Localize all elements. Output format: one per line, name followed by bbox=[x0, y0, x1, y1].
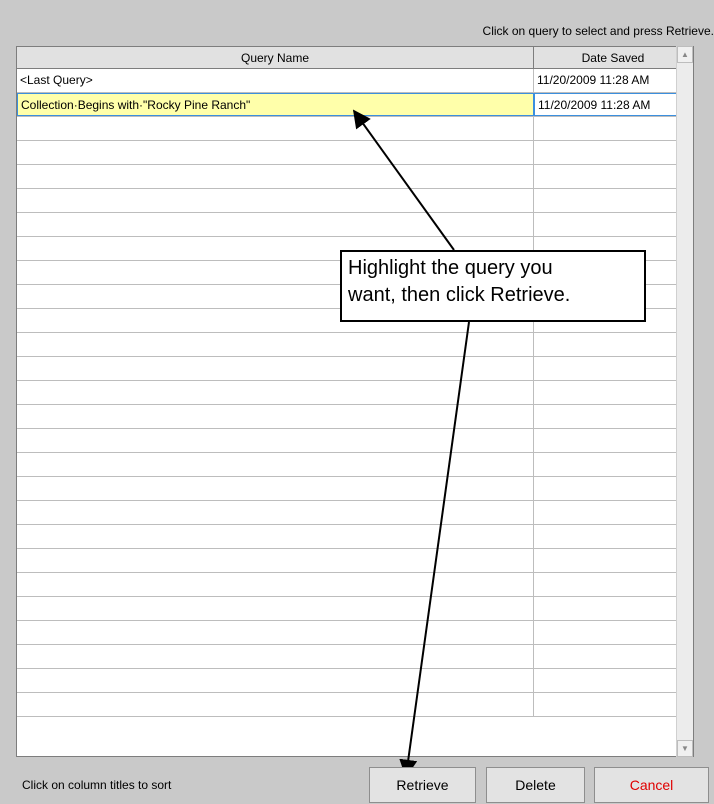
annotation-callout: Highlight the query you want, then click… bbox=[340, 250, 646, 322]
date-saved-cell bbox=[534, 645, 693, 668]
empty-row bbox=[17, 549, 693, 573]
query-name-cell bbox=[17, 669, 534, 692]
query-name-cell bbox=[17, 573, 534, 596]
empty-row bbox=[17, 501, 693, 525]
query-name-cell bbox=[17, 549, 534, 572]
empty-row bbox=[17, 165, 693, 189]
empty-row bbox=[17, 477, 693, 501]
date-saved-cell bbox=[534, 189, 693, 212]
empty-row bbox=[17, 405, 693, 429]
date-saved-cell bbox=[534, 477, 693, 500]
date-saved-cell bbox=[534, 381, 693, 404]
scroll-up-icon[interactable]: ▲ bbox=[677, 46, 693, 63]
instruction-text: Click on query to select and press Retri… bbox=[482, 24, 714, 38]
date-saved-cell bbox=[534, 117, 693, 140]
empty-row bbox=[17, 141, 693, 165]
query-name-cell bbox=[17, 333, 534, 356]
query-name-cell bbox=[17, 405, 534, 428]
table-row[interactable]: <Last Query> 11/20/2009 11:28 AM bbox=[17, 69, 693, 93]
query-rows: <Last Query> 11/20/2009 11:28 AM Collect… bbox=[17, 69, 693, 717]
date-saved-cell bbox=[534, 573, 693, 596]
date-saved-cell bbox=[534, 549, 693, 572]
saved-queries-dialog: Click on query to select and press Retri… bbox=[0, 0, 714, 804]
date-saved-cell bbox=[534, 165, 693, 188]
sort-hint-text: Click on column titles to sort bbox=[22, 778, 172, 792]
query-name-cell bbox=[17, 453, 534, 476]
empty-row bbox=[17, 213, 693, 237]
query-name-cell bbox=[17, 477, 534, 500]
query-name-cell bbox=[17, 381, 534, 404]
date-saved-cell bbox=[534, 405, 693, 428]
scroll-down-icon[interactable]: ▼ bbox=[677, 740, 693, 757]
empty-row bbox=[17, 453, 693, 477]
date-saved-cell bbox=[534, 669, 693, 692]
callout-line-1: Highlight the query you bbox=[348, 257, 553, 279]
cancel-button[interactable]: Cancel bbox=[594, 767, 709, 803]
empty-row bbox=[17, 429, 693, 453]
date-saved-cell bbox=[534, 693, 693, 716]
query-name-cell bbox=[17, 621, 534, 644]
table-row-selected[interactable]: Collection·Begins with·"Rocky Pine Ranch… bbox=[17, 93, 693, 117]
empty-row bbox=[17, 597, 693, 621]
query-name-cell bbox=[17, 645, 534, 668]
callout-line-2: want, then click Retrieve. bbox=[348, 284, 571, 306]
query-name-cell bbox=[17, 357, 534, 380]
query-name-cell: Collection·Begins with·"Rocky Pine Ranch… bbox=[17, 93, 534, 116]
date-saved-cell: 11/20/2009 11:28 AM bbox=[537, 73, 650, 87]
query-name-cell bbox=[17, 525, 534, 548]
date-saved-cell bbox=[534, 621, 693, 644]
query-name-cell bbox=[17, 693, 534, 716]
empty-row bbox=[17, 669, 693, 693]
empty-row bbox=[17, 573, 693, 597]
empty-row bbox=[17, 693, 693, 717]
date-saved-cell bbox=[534, 357, 693, 380]
date-saved-cell: 11/20/2009 11:28 AM bbox=[534, 93, 693, 116]
empty-row bbox=[17, 645, 693, 669]
query-name-cell bbox=[17, 597, 534, 620]
column-header-query-name[interactable]: Query Name bbox=[17, 47, 534, 69]
empty-row bbox=[17, 333, 693, 357]
empty-row bbox=[17, 357, 693, 381]
query-name-cell bbox=[17, 189, 534, 212]
query-name-cell bbox=[17, 117, 534, 140]
date-saved-cell bbox=[534, 453, 693, 476]
empty-row bbox=[17, 189, 693, 213]
empty-row bbox=[17, 621, 693, 645]
date-saved-cell bbox=[534, 141, 693, 164]
date-saved-cell bbox=[534, 429, 693, 452]
empty-row bbox=[17, 381, 693, 405]
date-saved-cell bbox=[534, 501, 693, 524]
empty-row bbox=[17, 525, 693, 549]
query-name-cell bbox=[17, 429, 534, 452]
delete-button[interactable]: Delete bbox=[486, 767, 585, 803]
query-name-cell bbox=[17, 165, 534, 188]
query-name-cell bbox=[17, 141, 534, 164]
empty-row bbox=[17, 117, 693, 141]
date-saved-cell bbox=[534, 213, 693, 236]
column-header-date-saved[interactable]: Date Saved bbox=[534, 47, 692, 69]
query-name-cell bbox=[17, 213, 534, 236]
date-saved-cell bbox=[534, 525, 693, 548]
query-name-cell: <Last Query> bbox=[17, 69, 534, 92]
date-saved-cell bbox=[534, 597, 693, 620]
date-saved-cell bbox=[534, 333, 693, 356]
query-name-cell bbox=[17, 501, 534, 524]
retrieve-button[interactable]: Retrieve bbox=[369, 767, 476, 803]
vertical-scrollbar[interactable]: ▲ ▼ bbox=[676, 46, 693, 757]
query-grid: Query Name Date Saved <Last Query> 11/20… bbox=[16, 46, 694, 757]
